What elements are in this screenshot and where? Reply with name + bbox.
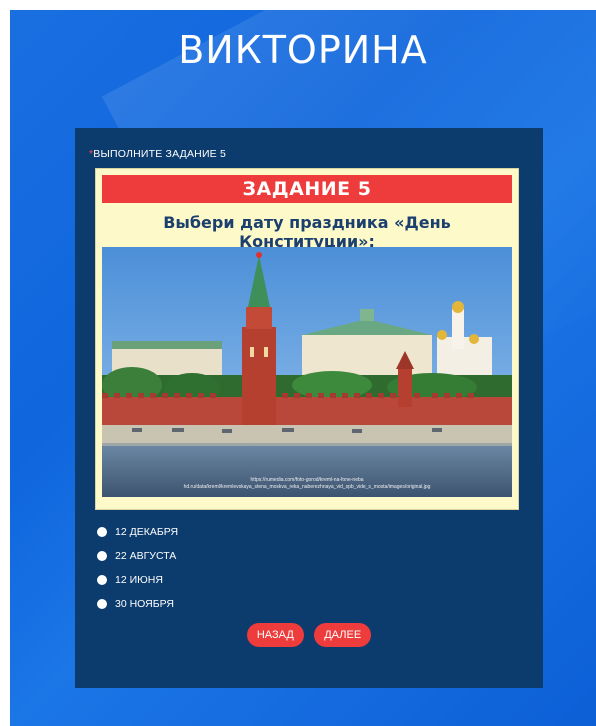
navigation-buttons: НАЗАД ДАЛЕЕ: [75, 623, 543, 647]
option-label: 12 ДЕКАБРЯ: [115, 526, 179, 538]
prompt-text: ВЫПОЛНИТЕ ЗАДАНИЕ 5: [93, 148, 227, 160]
task-image: ЗАДАНИЕ 5 Выбери дату праздника «День Ко…: [95, 168, 519, 510]
next-button[interactable]: ДАЛЕЕ: [314, 623, 372, 647]
kremlin-illustration: [102, 247, 512, 497]
option-3[interactable]: 12 ИЮНЯ: [97, 568, 178, 592]
back-button[interactable]: НАЗАД: [246, 623, 304, 647]
option-label: 30 НОЯБРЯ: [115, 598, 174, 610]
task-question-text: Выбери дату праздника «День Конституции»…: [163, 213, 451, 251]
caption-line-2: hd.ru/data/kreml/kremlevskaya_stena_mosk…: [183, 484, 431, 490]
radio-button[interactable]: [97, 551, 107, 561]
quiz-title: ВИКТОРИНА: [178, 28, 428, 72]
option-1[interactable]: 12 ДЕКАБРЯ: [97, 520, 178, 544]
radio-button[interactable]: [97, 599, 107, 609]
kremlin-photo: https://rumedia.com/foto-gorod/kreml-na-…: [102, 247, 512, 497]
question-card: *ВЫПОЛНИТЕ ЗАДАНИЕ 5 ЗАДАНИЕ 5 Выбери да…: [75, 128, 543, 688]
radio-button[interactable]: [97, 527, 107, 537]
task-banner: ЗАДАНИЕ 5: [102, 175, 512, 203]
photo-caption: https://rumedia.com/foto-gorod/kreml-na-…: [102, 477, 512, 491]
question-prompt: *ВЫПОЛНИТЕ ЗАДАНИЕ 5: [89, 148, 226, 160]
option-2[interactable]: 22 АВГУСТА: [97, 544, 178, 568]
answer-options: 12 ДЕКАБРЯ 22 АВГУСТА 12 ИЮНЯ 30 НОЯБРЯ: [97, 520, 178, 616]
option-label: 22 АВГУСТА: [115, 550, 177, 562]
option-label: 12 ИЮНЯ: [115, 574, 163, 586]
radio-button[interactable]: [97, 575, 107, 585]
option-4[interactable]: 30 НОЯБРЯ: [97, 592, 178, 616]
caption-line-1: https://rumedia.com/foto-gorod/kreml-na-…: [250, 477, 364, 483]
page-background: ВИКТОРИНА *ВЫПОЛНИТЕ ЗАДАНИЕ 5 ЗАДАНИЕ 5…: [10, 10, 596, 726]
